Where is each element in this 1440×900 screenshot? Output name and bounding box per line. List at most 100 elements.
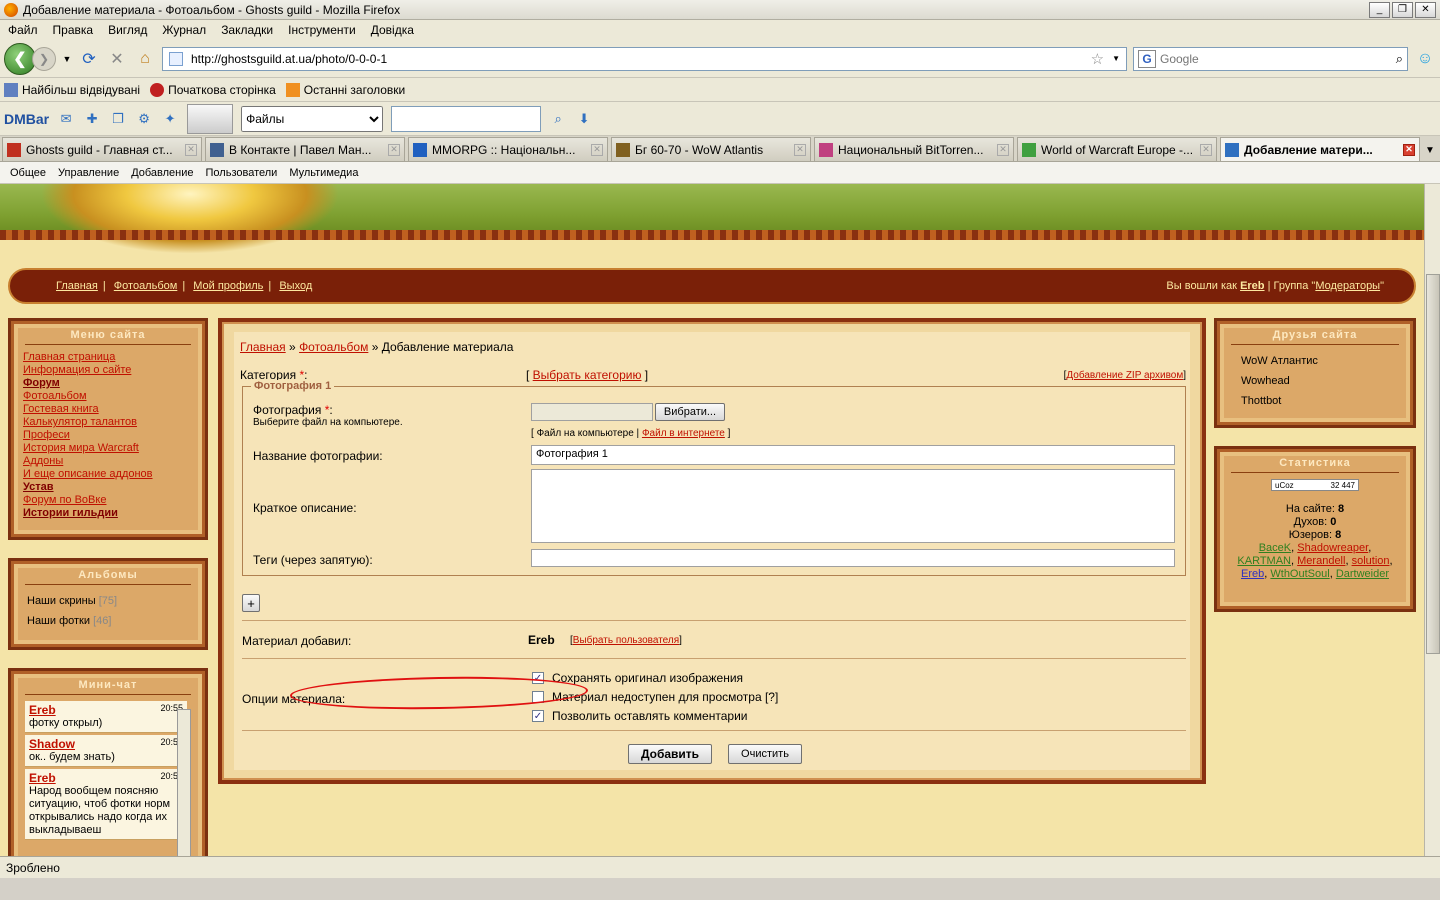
browser-tab[interactable]: Добавление матери... ✕ [1220,137,1420,161]
bookmark-star-icon[interactable]: ☆ [1091,50,1104,68]
breadcrumb-photoalbum[interactable]: Фотоальбом [299,340,368,354]
online-user-link[interactable]: BaceK [1259,542,1291,554]
chat-author-link[interactable]: Ereb [29,703,56,717]
ucoz-menu-manage[interactable]: Управление [58,167,119,179]
dmbar-windows-icon[interactable]: ❐ [109,110,127,128]
choose-category-link[interactable]: Выбрать категорию [533,368,642,382]
friend-site-link[interactable]: WoW Атлантис [1217,351,1413,371]
dmbar-search-input[interactable] [391,105,542,132]
site-menu-item[interactable]: Форум по ВоВке [11,494,205,507]
zip-upload-link[interactable]: Добавление ZIP архивом [1066,370,1183,381]
tab-close-icon[interactable]: ✕ [388,143,400,156]
browser-tab[interactable]: MMORPG :: Національн... ✕ [408,137,608,161]
tab-close-icon[interactable]: ✕ [185,143,197,156]
bookmark-most-visited[interactable]: Найбільш відвідувані [4,82,140,97]
forward-button[interactable]: ❯ [32,46,56,71]
tab-close-icon[interactable]: ✕ [794,143,806,156]
ucoz-menu-multimedia[interactable]: Мультимедиа [289,167,358,179]
browser-tab[interactable]: World of Warcraft Europe -... ✕ [1017,137,1217,161]
chat-scrollbar[interactable] [177,709,191,856]
chat-author-link[interactable]: Ereb [29,771,56,785]
dmbar-image-button[interactable] [187,103,234,134]
site-menu-item[interactable]: Фотоальбом [11,390,205,403]
close-window-button[interactable]: ✕ [1415,1,1436,18]
tags-input[interactable] [531,549,1175,567]
file-internet-link[interactable]: Файл в интернете [642,428,725,439]
url-text[interactable]: http://ghostsguild.at.ua/photo/0-0-0-1 [191,52,1083,66]
nav-link-photoalbum[interactable]: Фотоальбом [114,280,178,292]
site-menu-item[interactable]: И еще описание аддонов [11,468,205,481]
choose-user-link[interactable]: Выбрать пользователя [573,635,679,646]
hidden-material-help[interactable]: [?] [765,690,778,704]
home-icon[interactable]: ⌂ [134,48,156,70]
menu-bookmarks[interactable]: Закладки [221,23,273,37]
history-dropdown-icon[interactable]: ▼ [62,48,72,70]
ucoz-menu-add[interactable]: Добавление [131,167,193,179]
reload-icon[interactable]: ⟳ [78,48,100,70]
browser-tab[interactable]: Ghosts guild - Главная ст... ✕ [2,137,202,161]
page-scrollbar[interactable] [1424,184,1440,856]
menu-edit[interactable]: Правка [53,23,94,37]
album-item[interactable]: Наши фотки [46] [11,611,205,631]
menu-help[interactable]: Довідка [371,23,414,37]
stop-icon[interactable]: ✕ [106,48,128,70]
ucoz-menu-general[interactable]: Общее [10,167,46,179]
url-bar[interactable]: http://ghostsguild.at.ua/photo/0-0-0-1 ☆… [162,46,1127,71]
page-scrollbar-thumb[interactable] [1426,274,1440,654]
site-menu-item[interactable]: Професи [11,429,205,442]
search-magnifier-icon[interactable]: ⌕ [1396,51,1403,67]
site-menu-item[interactable]: Истории гильдии [11,507,205,520]
online-user-link[interactable]: Ereb [1241,568,1264,580]
bookmark-latest-headlines[interactable]: Останні заголовки [285,82,405,97]
browser-tab[interactable]: Национальный BitTorren... ✕ [814,137,1014,161]
nav-link-profile[interactable]: Мой профиль [193,280,263,292]
online-user-link[interactable]: Merandell [1297,555,1345,567]
logged-user-link[interactable]: Ereb [1240,280,1264,292]
nav-link-logout[interactable]: Выход [279,280,312,292]
search-input[interactable] [1160,51,1392,66]
online-user-link[interactable]: WthOutSoul [1270,568,1329,580]
site-menu-item[interactable]: Калькулятор талантов [11,416,205,429]
site-menu-item[interactable]: Информация о сайте [11,364,205,377]
tab-close-icon[interactable]: ✕ [591,143,603,156]
ucoz-menu-users[interactable]: Пользователи [206,167,278,179]
allow-comments-checkbox[interactable]: ✓ [532,710,544,722]
online-user-link[interactable]: Shadowreaper [1297,542,1368,554]
minimize-button[interactable]: _ [1369,1,1390,18]
file-path-input[interactable] [531,403,653,421]
site-menu-item[interactable]: Устав [11,481,205,494]
add-photo-button[interactable]: + [242,594,260,612]
tab-list-icon[interactable]: ▼ [1423,139,1437,161]
online-user-link[interactable]: solution [1352,555,1390,567]
user-group-link[interactable]: Модераторы [1315,280,1380,292]
online-user-link[interactable]: KARTMAN [1237,555,1291,567]
menu-tools[interactable]: Інструменти [288,23,356,37]
tab-close-icon[interactable]: ✕ [997,143,1009,156]
nav-link-home[interactable]: Главная [56,280,98,292]
browser-tab[interactable]: В Контакте | Павел Ман... ✕ [205,137,405,161]
dmbar-chat-icon[interactable]: ✉ [57,110,75,128]
tab-close-icon[interactable]: ✕ [1403,143,1415,156]
url-dropdown-icon[interactable]: ▼ [1112,54,1120,63]
dmbar-add-icon[interactable]: ✚ [83,110,101,128]
skype-icon[interactable]: ☺ [1414,48,1436,70]
photo-name-input[interactable]: Фотография 1 [531,445,1175,465]
friend-site-link[interactable]: Wowhead [1217,371,1413,391]
search-bar[interactable]: G ⌕ [1133,46,1408,71]
dmbar-download-icon[interactable]: ⬇ [575,110,593,128]
breadcrumb-home[interactable]: Главная [240,340,286,354]
maximize-button[interactable]: ❐ [1392,1,1413,18]
site-menu-item[interactable]: Главная страница [11,351,205,364]
google-engine-icon[interactable]: G [1138,49,1156,68]
dmbar-type-select[interactable]: Файлы [241,105,384,132]
browser-tab[interactable]: Бг 60-70 - WoW Atlantis ✕ [611,137,811,161]
menu-view[interactable]: Вигляд [108,23,147,37]
online-user-link[interactable]: Dartweider [1336,568,1389,580]
site-menu-item[interactable]: Форум [11,377,205,390]
dmbar-search-icon[interactable]: ⌕ [549,110,567,128]
submit-button[interactable]: Добавить [628,744,712,764]
description-textarea[interactable] [531,469,1175,543]
site-menu-item[interactable]: Гостевая книга [11,403,205,416]
menu-file[interactable]: Файл [8,23,38,37]
site-menu-item[interactable]: История мира Warcraft [11,442,205,455]
